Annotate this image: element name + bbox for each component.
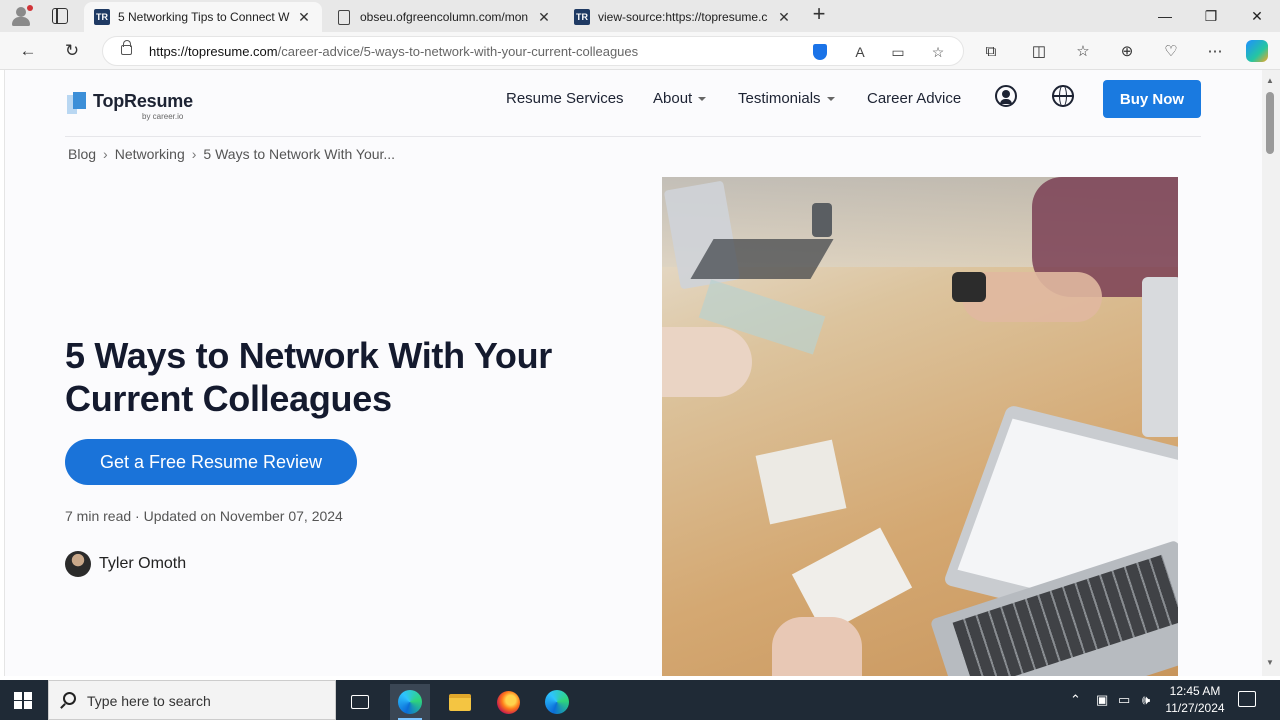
notifications-icon[interactable] [1238, 691, 1256, 707]
minimize-button[interactable]: — [1142, 0, 1188, 32]
breadcrumb-networking[interactable]: Networking [115, 146, 185, 162]
nav-about-label: About [653, 90, 693, 107]
nav-testimonials-label: Testimonials [738, 90, 821, 107]
logo-name: TopResume [93, 91, 193, 111]
topresume-favicon-icon: TR [574, 9, 590, 25]
search-icon [63, 692, 76, 705]
nav-resume-services[interactable]: Resume Services [506, 90, 624, 107]
show-hidden-icons[interactable]: ⌃ [1070, 680, 1081, 720]
back-button[interactable]: ← [14, 39, 42, 63]
edge-second-button[interactable] [537, 684, 577, 720]
logo-subtitle: by career.io [142, 112, 184, 121]
tab-actions-icon[interactable] [52, 8, 68, 24]
refresh-button[interactable]: ↻ [58, 39, 86, 63]
search-placeholder: Type here to search [87, 693, 211, 709]
hero-image [662, 177, 1178, 676]
breadcrumb: Blog › Networking › 5 Ways to Network With Y… [68, 146, 395, 162]
tab-strip: TR 5 Networking Tips to Connect Wi ✕ obs… [0, 0, 1280, 32]
url-domain: https://topresume.com [149, 44, 278, 59]
read-aloud-icon[interactable]: A [851, 43, 869, 61]
author-avatar [65, 551, 91, 577]
web-page: TopResume by career.io Resume Services A… [4, 70, 1262, 676]
clock-date: 11/27/2024 [1165, 701, 1225, 715]
profile-icon[interactable] [8, 4, 34, 28]
folder-icon [449, 693, 471, 711]
nav-testimonials[interactable]: Testimonials [738, 90, 835, 107]
tab-title: 5 Networking Tips to Connect Wi [118, 10, 290, 24]
chevron-down-icon [698, 97, 707, 102]
close-tab-icon[interactable]: ✕ [776, 9, 792, 26]
system-clock[interactable]: 12:45 AM 11/27/2024 [1160, 683, 1230, 717]
edge-icon [398, 690, 422, 714]
free-resume-review-button[interactable]: Get a Free Resume Review [65, 439, 357, 485]
nav-about[interactable]: About [653, 90, 707, 107]
page-scrollbar[interactable]: ▲ ▼ [1262, 70, 1280, 676]
topresume-favicon-icon: TR [94, 9, 110, 25]
nav-career-advice[interactable]: Career Advice [867, 90, 961, 107]
scroll-down-icon[interactable]: ▼ [1266, 658, 1274, 667]
immersive-reader-icon[interactable]: ▭ [889, 43, 907, 61]
address-bar[interactable]: https://topresume.com/career-advice/5-wa… [102, 36, 964, 66]
address-toolbar: ← ↻ https://topresume.com/career-advice/… [0, 32, 1280, 70]
chevron-down-icon [826, 97, 835, 102]
article-title: 5 Ways to Network With Your Current Coll… [65, 335, 552, 419]
document-favicon-icon [338, 9, 350, 25]
author[interactable]: Tyler Omoth [65, 551, 186, 577]
breadcrumb-separator-icon: › [191, 146, 197, 162]
globe-icon[interactable] [1052, 85, 1074, 107]
windows-start-icon[interactable] [14, 692, 32, 709]
collections-icon[interactable]: ⊕ [1116, 41, 1138, 63]
tab-topresume[interactable]: TR 5 Networking Tips to Connect Wi ✕ [84, 2, 322, 32]
tab-title: obseu.ofgreencolumn.com/mon [360, 10, 529, 24]
edge-taskbar-button[interactable] [390, 684, 430, 720]
volume-icon[interactable]: 🕪 [1142, 680, 1150, 720]
close-tab-icon[interactable]: ✕ [296, 9, 312, 26]
close-window-button[interactable]: ✕ [1234, 0, 1280, 32]
article-meta: 7 min read · Updated on November 07, 202… [65, 508, 343, 524]
split-screen-icon[interactable]: ◫ [1028, 41, 1050, 63]
task-view-icon [351, 695, 369, 709]
copilot-icon[interactable] [1246, 40, 1268, 62]
tab-obseu[interactable]: obseu.ofgreencolumn.com/mon ✕ [326, 2, 562, 32]
tab-title: view-source:https://topresume.c [598, 10, 768, 24]
url-text[interactable]: https://topresume.com/career-advice/5-wa… [149, 44, 638, 59]
clock-time: 12:45 AM [1169, 684, 1221, 698]
author-name: Tyler Omoth [99, 555, 187, 572]
taskbar-search-box[interactable]: Type here to search [48, 680, 336, 720]
network-icon[interactable]: ▭ [1118, 680, 1130, 720]
breadcrumb-current: 5 Ways to Network With Your... [203, 146, 396, 162]
firefox-button[interactable] [488, 684, 528, 720]
device-icon[interactable]: ▣ [1096, 680, 1108, 720]
topresume-logo[interactable]: TopResume by career.io [65, 88, 205, 122]
account-icon[interactable] [995, 85, 1017, 107]
scroll-up-icon[interactable]: ▲ [1266, 76, 1274, 85]
firefox-icon [496, 690, 520, 714]
breadcrumb-blog[interactable]: Blog [68, 146, 96, 162]
extensions-icon[interactable]: ⧉ [980, 41, 1002, 63]
file-explorer-button[interactable] [440, 684, 480, 720]
buy-now-button[interactable]: Buy Now [1103, 80, 1201, 118]
url-path: /career-advice/5-ways-to-network-with-yo… [277, 44, 639, 59]
lock-icon[interactable] [121, 40, 132, 55]
logo-mark-icon [67, 92, 86, 114]
breadcrumb-separator-icon: › [103, 146, 108, 162]
favorite-star-icon[interactable]: ☆ [929, 43, 947, 61]
new-tab-button[interactable]: + [808, 3, 830, 26]
windows-taskbar: Type here to search ⌃ ▣ ▭ 🕪 12:45 AM 11/… [0, 680, 1280, 720]
more-menu-icon[interactable]: ⋯ [1204, 41, 1226, 63]
header-divider [65, 136, 1201, 137]
scrollbar-thumb[interactable] [1266, 92, 1274, 154]
restore-button[interactable]: ❐ [1188, 0, 1234, 32]
browser-essentials-icon[interactable]: ♡ [1160, 41, 1182, 63]
close-tab-icon[interactable]: ✕ [536, 9, 552, 26]
edge-icon [545, 690, 569, 714]
tab-view-source[interactable]: TR view-source:https://topresume.c ✕ [564, 2, 802, 32]
task-view-button[interactable] [340, 684, 380, 720]
shopping-tag-icon[interactable] [813, 44, 827, 60]
favorites-icon[interactable]: ☆ [1072, 41, 1094, 63]
